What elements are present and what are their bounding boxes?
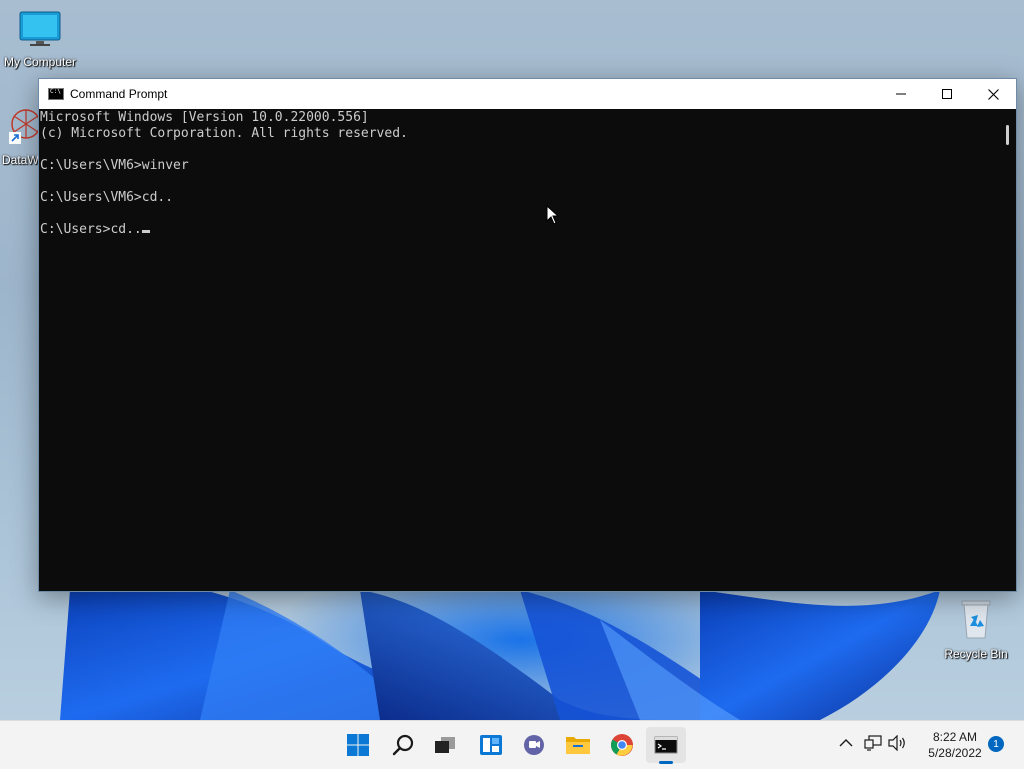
- start-icon: [347, 734, 369, 756]
- console-line: Microsoft Windows [Version 10.0.22000.55…: [40, 110, 369, 125]
- command-prompt-icon: [654, 736, 678, 754]
- taskbar-task-view-button[interactable]: [425, 727, 465, 763]
- window-title: Command Prompt: [70, 87, 168, 101]
- recycle-bin-icon: [961, 600, 991, 639]
- console-current-command: C:\Users>cd..: [40, 222, 142, 237]
- console-line: C:\Users\VM6>winver: [40, 158, 189, 173]
- taskbar-search-button[interactable]: [383, 727, 423, 763]
- taskbar-file-explorer-button[interactable]: [558, 727, 598, 763]
- scrollbar-thumb[interactable]: [1006, 125, 1009, 145]
- taskbar-chat-button[interactable]: [514, 727, 554, 763]
- chevron-up-icon: [839, 739, 853, 747]
- taskbar-start-button[interactable]: [338, 727, 378, 763]
- active-app-indicator: [659, 761, 673, 764]
- file-explorer-icon: [566, 737, 590, 754]
- desktop-icon-my-computer[interactable]: My Computer: [0, 10, 80, 69]
- window-titlebar[interactable]: Command Prompt: [39, 79, 1016, 109]
- maximize-button[interactable]: [924, 79, 970, 109]
- clock-date: 5/28/2022: [928, 746, 982, 760]
- minimize-button[interactable]: [878, 79, 924, 109]
- text-cursor: [141, 230, 150, 233]
- cmd-icon: [48, 88, 64, 100]
- taskbar-clock[interactable]: 8:22 AM 5/28/2022: [912, 729, 998, 761]
- taskbar-command-prompt-button[interactable]: [646, 727, 686, 763]
- chat-icon: [524, 735, 544, 755]
- desktop-icon-dataw[interactable]: DataW: [0, 106, 41, 167]
- search-icon: [392, 734, 414, 756]
- show-hidden-icons-button[interactable]: [836, 733, 856, 753]
- network-icon: [864, 735, 882, 751]
- volume-tray-button[interactable]: [887, 733, 909, 753]
- taskbar: 8:22 AM 5/28/2022: [0, 720, 1024, 769]
- minimize-icon: [896, 93, 906, 95]
- task-view-icon: [435, 737, 455, 753]
- monitor-icon: [19, 11, 61, 46]
- notification-badge[interactable]: 1: [988, 736, 1004, 752]
- command-prompt-window[interactable]: Command Prompt Microsoft Windows [Versio…: [38, 78, 1017, 592]
- desktop-icon-label: DataW: [2, 153, 39, 167]
- mouse-pointer-icon: [546, 205, 560, 225]
- taskbar-widgets-button[interactable]: [471, 727, 511, 763]
- desktop-icon-recycle-bin[interactable]: Recycle Bin: [936, 598, 1016, 661]
- maximize-icon: [942, 89, 952, 99]
- console-line: (c) Microsoft Corporation. All rights re…: [40, 126, 408, 141]
- close-button[interactable]: [970, 79, 1016, 109]
- console-input-line[interactable]: C:\Users>cd..: [40, 222, 999, 238]
- network-tray-button[interactable]: [862, 733, 884, 753]
- chrome-icon: [611, 734, 633, 756]
- desktop-icon-label: My Computer: [3, 55, 77, 69]
- volume-icon: [888, 735, 905, 751]
- widgets-icon: [480, 735, 502, 755]
- vertical-scrollbar[interactable]: [999, 109, 1016, 591]
- clock-time: 8:22 AM: [932, 730, 978, 744]
- console-line: C:\Users\VM6>cd..: [40, 190, 174, 205]
- console-output[interactable]: Microsoft Windows [Version 10.0.22000.55…: [39, 109, 999, 591]
- desktop-icon-label: Recycle Bin: [944, 647, 1008, 661]
- taskbar-chrome-button[interactable]: [602, 727, 642, 763]
- close-icon: [987, 88, 999, 100]
